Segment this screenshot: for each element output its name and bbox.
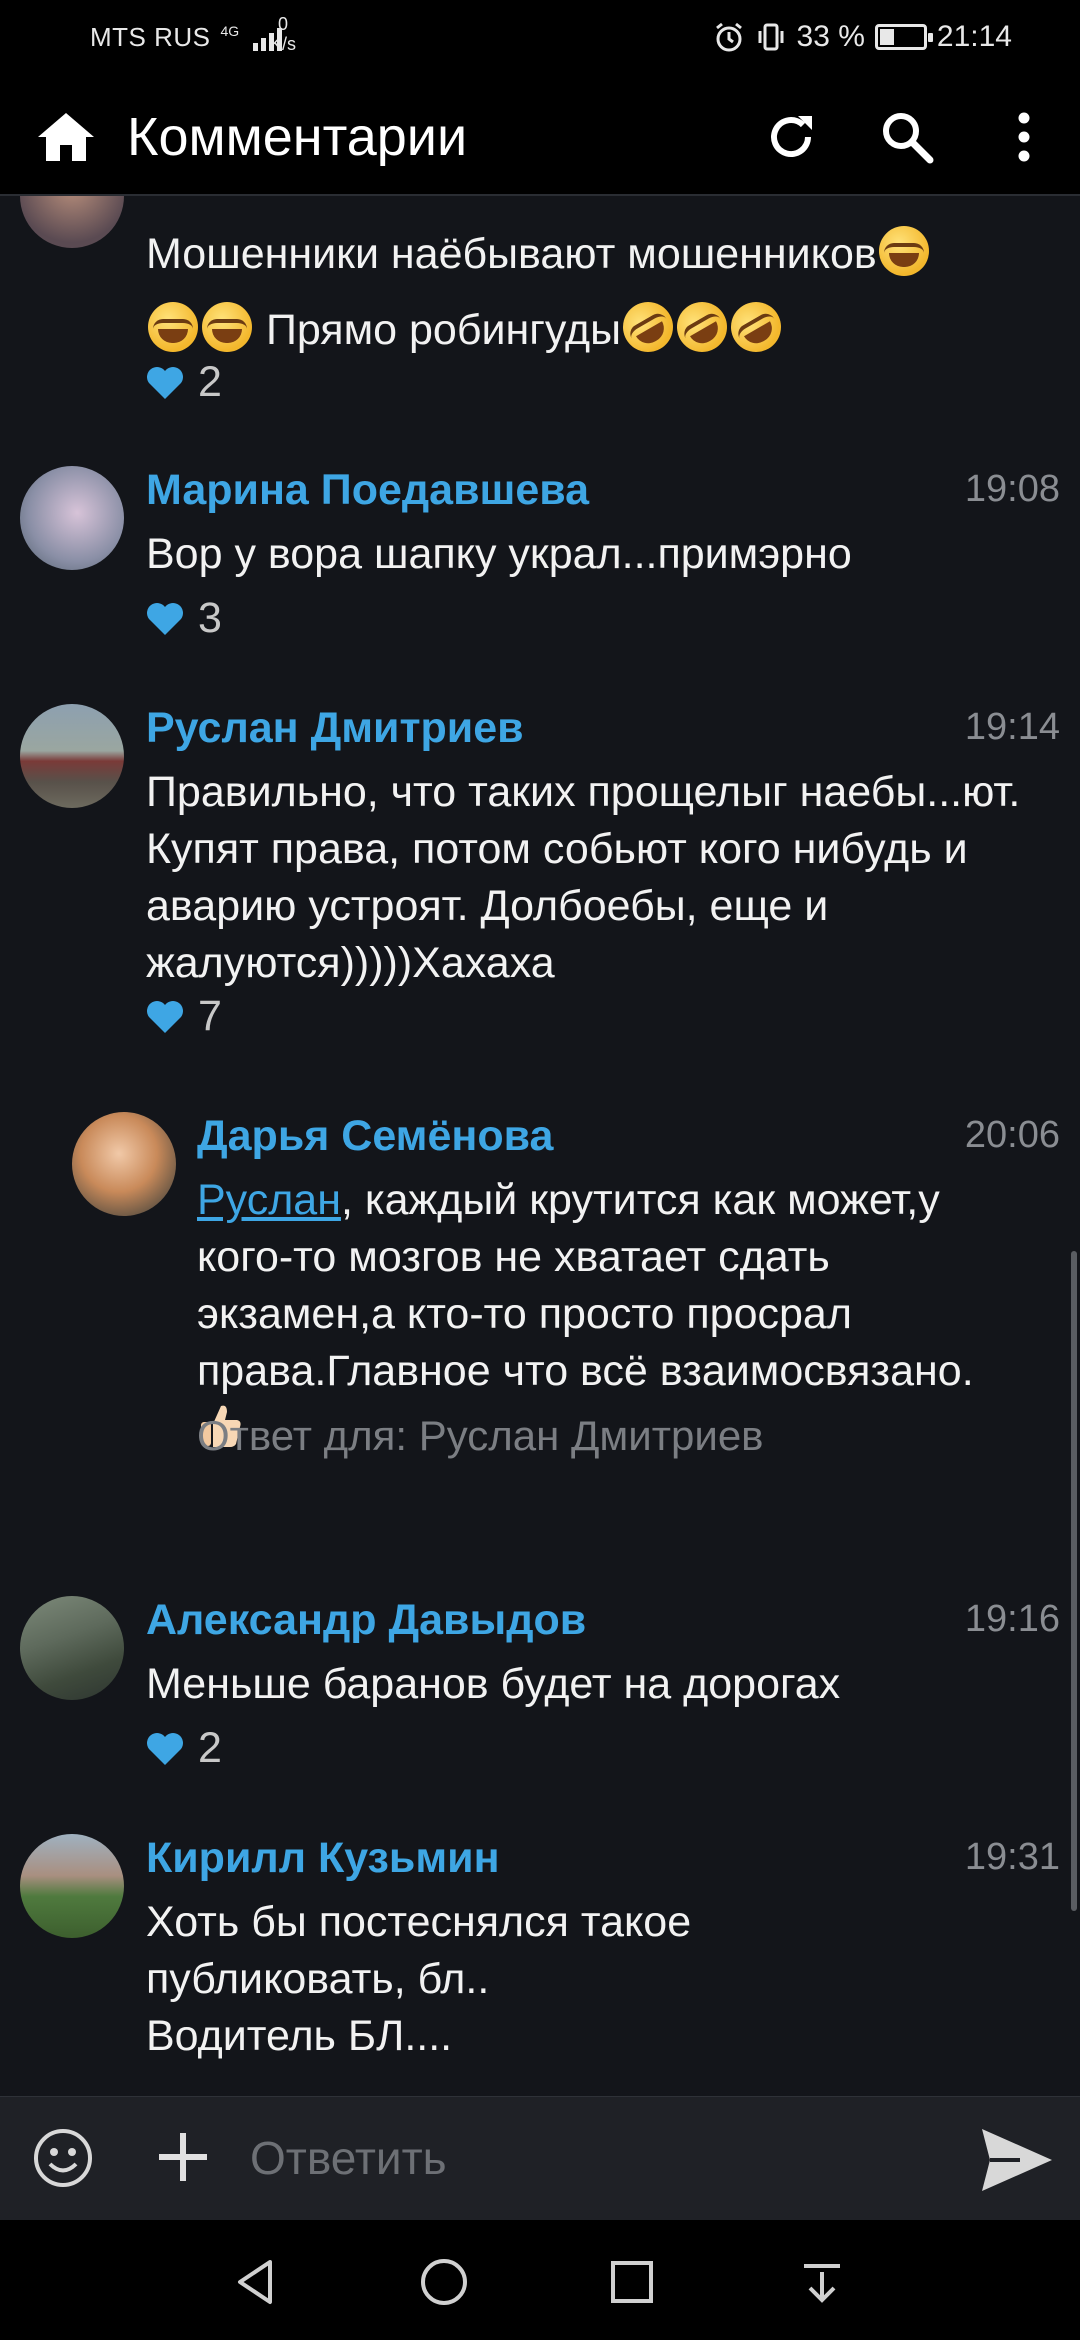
battery-percent: 33 % [796,20,865,53]
emoji-icon[interactable] [32,2127,94,2189]
network-speed-value: 0 [278,14,289,34]
rofl-emoji-icon [667,292,737,362]
comment-author[interactable]: Александр Давыдов [146,1596,586,1645]
comment-text-line: Водитель БЛ.... [146,2012,453,2060]
network-type: 4G [220,22,240,39]
avatar[interactable] [20,1596,124,1700]
comment-time: 19:16 [964,1598,1060,1640]
reply-input-bar: Ответить [0,2096,1080,2220]
reply-to-label[interactable]: Ответ для: Руслан Дмитриев [197,1412,764,1460]
comment-author[interactable]: Кирилл Кузьмин [146,1834,500,1883]
system-nav-bar [0,2220,1080,2340]
like-count: 3 [198,594,222,642]
vibrate-icon [758,23,784,51]
comment-text: Мошенники наёбывают мошенников Прямо роб… [146,216,1080,368]
comment-text: Хоть бы постеснялся такое публиковать, б… [146,1894,1080,2065]
laughing-emoji-icon [202,302,252,352]
network-speed: 0 K/s [270,14,296,54]
battery-icon [874,24,933,50]
like-count: 2 [198,1724,222,1772]
like-count: 7 [198,992,222,1040]
alarm-icon [715,22,742,52]
laughing-emoji-icon [148,302,198,352]
comment-text: Правильно, что таких прощелыг наебы...ют… [146,768,1021,987]
like-count: 2 [198,358,222,406]
comment-time: 19:14 [964,706,1060,748]
comment-time: 20:06 [964,1114,1060,1156]
comment-text-line: публиковать, бл.. [146,1955,490,2003]
reply-input[interactable]: Ответить [250,2131,447,2185]
heart-icon [147,1000,183,1033]
refresh-icon[interactable] [762,108,820,166]
network-speed-unit: K/s [270,34,297,54]
status-bar: MTS RUS 4G 0 K/s 33 % 21:14 [0,0,1080,78]
comment-time: 19:31 [964,1836,1060,1878]
recents-icon[interactable] [606,2256,658,2308]
back-icon[interactable] [230,2256,282,2308]
clock: 21:14 [936,20,1012,53]
comment-item: Александр Давыдов 19:16 Меньше баранов б… [0,1596,1080,1796]
comment-text-line: Прямо робингуды [265,306,621,354]
search-icon[interactable] [878,108,936,166]
comment-author[interactable]: Дарья Семёнова [197,1112,553,1161]
avatar[interactable] [20,1834,124,1938]
avatar[interactable] [20,196,124,248]
comment-author[interactable]: Марина Поедавшева [146,466,589,515]
status-right: 33 % 21:14 [713,20,1012,54]
avatar[interactable] [20,466,124,570]
comments-feed[interactable]: Мошенники наёбывают мошенников Прямо роб… [0,196,1080,2096]
attach-plus-icon[interactable] [155,2129,211,2185]
like-button[interactable]: 3 [146,594,222,643]
rofl-emoji-icon [613,292,683,362]
comment-text: Вор у вора шапку украл...примэрно [146,530,852,578]
comment-text-line: Мошенники наёбывают мошенников [146,230,877,278]
home-nav-icon[interactable] [418,2256,470,2308]
like-button[interactable]: 2 [146,358,222,407]
carrier-name: MTS RUS [90,22,211,52]
comment-text: Меньше баранов будет на дорогах [146,1660,841,1708]
rofl-emoji-icon [721,292,791,362]
notifications-pull-icon[interactable] [796,2256,848,2308]
like-button[interactable]: 7 [146,992,222,1041]
heart-icon [147,366,183,399]
send-icon[interactable] [980,2127,1054,2193]
comment-author[interactable]: Руслан Дмитриев [146,704,524,753]
heart-icon [147,602,183,635]
comment-item: Кирилл Кузьмин 19:31 Хоть бы постеснялся… [0,1834,1080,2096]
scrollbar[interactable] [1071,1251,1077,1911]
comment-item: Марина Поедавшева 19:08 Вор у вора шапку… [0,466,1080,666]
mention-link[interactable]: Руслан [197,1176,341,1224]
comment-item: Мошенники наёбывают мошенников Прямо роб… [0,196,1080,436]
avatar[interactable] [72,1112,176,1216]
comment-item: Руслан Дмитриев 19:14 Правильно, что так… [0,704,1080,1040]
heart-icon [147,1732,183,1765]
app-bar: Комментарии [0,78,1080,196]
status-left: MTS RUS 4G [90,22,283,53]
like-button[interactable]: 2 [146,1724,222,1773]
battery-level [879,29,894,45]
comment-time: 19:08 [964,468,1060,510]
laughing-emoji-icon [878,226,929,276]
page-title: Комментарии [127,107,468,167]
comment-text-line: Хоть бы постеснялся такое [146,1898,692,1946]
home-icon[interactable] [36,111,96,163]
reply-comment-item: Дарья Семёнова 20:06 Руслан, каждый крут… [0,1112,1080,1512]
avatar[interactable] [20,704,124,808]
more-options-icon[interactable] [1000,108,1048,166]
